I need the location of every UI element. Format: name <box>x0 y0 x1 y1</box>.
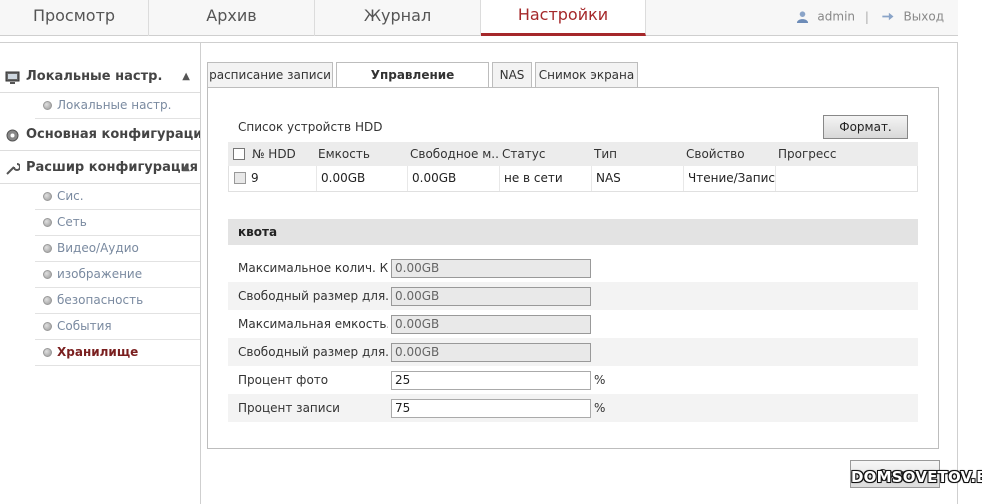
cell-capacity: 0.00GB <box>317 166 408 191</box>
max-record-capacity-field: 0.00GB <box>391 315 591 334</box>
sidebar-section-local[interactable]: Локальные настр. ▲ <box>0 61 200 93</box>
tab-journal[interactable]: Журнал <box>315 0 481 36</box>
frame-right-line <box>957 42 958 504</box>
sidebar-item-network[interactable]: Сеть <box>35 210 200 236</box>
col-hdd-no: № HDD <box>252 147 296 161</box>
wrench-icon <box>6 163 20 175</box>
logout-link[interactable]: Выход <box>904 10 944 24</box>
sidebar-item-label: Сеть <box>57 215 87 229</box>
tab-nas[interactable]: NAS <box>492 62 532 87</box>
bullet-icon <box>43 270 52 279</box>
sidebar-section-label: Локальные настр. <box>26 69 163 84</box>
bullet-icon <box>43 101 52 110</box>
tab-snapshot[interactable]: Снимок экрана <box>535 62 638 87</box>
field-label: Свободный размер для... <box>238 289 388 303</box>
sidebar-item-label: События <box>57 319 112 333</box>
tab-archive[interactable]: Архив <box>149 0 315 36</box>
sidebar-item-label: безопасность <box>57 293 144 307</box>
col-capacity: Емкость <box>318 147 370 161</box>
user-separator: | <box>864 9 869 24</box>
cell-hdd-no: 9 <box>247 166 317 191</box>
field-label: Процент записи <box>238 401 340 415</box>
percent-unit: % <box>594 401 606 415</box>
table-row[interactable]: 9 0.00GB 0.00GB не в сети NAS Чтение/Зап… <box>228 166 918 192</box>
sidebar-section-label: Расшир конфигурация <box>26 160 198 175</box>
sidebar-item-label: Видео/Аудио <box>57 241 139 255</box>
monitor-icon <box>5 71 20 84</box>
quota-row-max-pictures: Максимальное колич. К... 0.00GB <box>228 254 918 282</box>
sidebar-section-advanced[interactable]: Расшир конфигурация ▲ <box>0 152 200 184</box>
max-picture-capacity-field: 0.00GB <box>391 259 591 278</box>
bullet-icon <box>43 322 52 331</box>
field-label: Свободный размер для... <box>238 345 388 359</box>
gear-icon <box>6 129 19 142</box>
photo-percent-input[interactable]: 25 <box>391 371 591 390</box>
sidebar-item-label: Сис. <box>57 189 84 203</box>
sidebar-item-label: изображение <box>57 267 143 281</box>
free-record-size-field: 0.00GB <box>391 343 591 362</box>
tab-preview[interactable]: Просмотр <box>0 0 149 36</box>
cell-status: не в сети <box>500 166 592 191</box>
sidebar-item-storage[interactable]: Хранилище <box>35 340 200 366</box>
cell-type: NAS <box>592 166 684 191</box>
sidebar-section-label: Основная конфигурация <box>26 127 200 142</box>
cell-progress <box>776 166 917 191</box>
hdd-list-title: Список устройств HDD <box>238 120 383 134</box>
free-picture-size-field: 0.00GB <box>391 287 591 306</box>
select-all-checkbox[interactable] <box>233 148 245 160</box>
bullet-icon <box>43 244 52 253</box>
field-label: Максимальная емкость... <box>238 317 388 331</box>
percent-unit: % <box>594 373 606 387</box>
sidebar-item-security[interactable]: безопасность <box>35 288 200 314</box>
sidebar-item-events[interactable]: События <box>35 314 200 340</box>
col-status: Статус <box>502 147 546 161</box>
chevron-up-icon[interactable]: ▲ <box>182 152 190 183</box>
sidebar-section-basic[interactable]: Основная конфигурация <box>0 119 200 151</box>
format-button[interactable]: Формат. <box>823 115 908 139</box>
quota-row-record-percent: Процент записи 75 % <box>228 394 918 422</box>
cell-free-space: 0.00GB <box>408 166 500 191</box>
col-progress: Прогресс <box>778 147 837 161</box>
sidebar: Локальные настр. ▲ Локальные настр. Осно… <box>0 43 201 504</box>
top-navigation: Просмотр Архив Журнал Настройки admin | … <box>0 0 958 36</box>
hdd-table-header: № HDD Емкость Свободное м... Статус Тип … <box>228 142 918 166</box>
sidebar-item-image[interactable]: изображение <box>35 262 200 288</box>
col-property: Свойство <box>686 147 745 161</box>
storage-panel: Список устройств HDD Формат. № HDD Емкос… <box>207 87 939 449</box>
tab-record-schedule[interactable]: расписание записи <box>207 62 333 87</box>
field-label: Максимальное колич. К... <box>238 261 388 275</box>
cell-property: Чтение/Запись <box>684 166 776 191</box>
quota-row-free-pictures: Свободный размер для... 0.00GB <box>228 282 918 310</box>
user-icon <box>796 11 808 23</box>
sidebar-item-local-settings[interactable]: Локальные настр. <box>35 93 200 119</box>
row-checkbox[interactable] <box>234 172 246 184</box>
col-free-space: Свободное м... <box>410 147 498 161</box>
sidebar-item-system[interactable]: Сис. <box>35 184 200 210</box>
bullet-icon <box>43 218 52 227</box>
quota-row-free-record: Свободный размер для... 0.00GB <box>228 338 918 366</box>
username[interactable]: admin <box>817 10 855 24</box>
tab-settings[interactable]: Настройки <box>481 0 646 36</box>
tab-storage-management[interactable]: Управление хранением <box>336 62 489 106</box>
logout-icon[interactable] <box>879 10 895 23</box>
watermark: DOMSOVETOV.BY <box>851 468 982 486</box>
user-box: admin | Выход <box>796 9 944 24</box>
hdd-table: № HDD Емкость Свободное м... Статус Тип … <box>228 142 918 192</box>
bullet-icon <box>43 192 52 201</box>
field-label: Процент фото <box>238 373 329 387</box>
record-percent-input[interactable]: 75 <box>391 399 591 418</box>
sidebar-item-label: Локальные настр. <box>57 98 172 112</box>
quota-row-photo-percent: Процент фото 25 % <box>228 366 918 394</box>
sidebar-item-label: Хранилище <box>57 345 139 359</box>
col-type: Тип <box>594 147 617 161</box>
quota-row-max-record: Максимальная емкость... 0.00GB <box>228 310 918 338</box>
sidebar-item-video-audio[interactable]: Видео/Аудио <box>35 236 200 262</box>
bullet-icon <box>43 348 52 357</box>
bullet-icon <box>43 296 52 305</box>
hdd-list-header: Список устройств HDD Формат. <box>228 114 918 140</box>
chevron-up-icon[interactable]: ▲ <box>182 61 190 92</box>
quota-section-title: квота <box>228 219 918 245</box>
